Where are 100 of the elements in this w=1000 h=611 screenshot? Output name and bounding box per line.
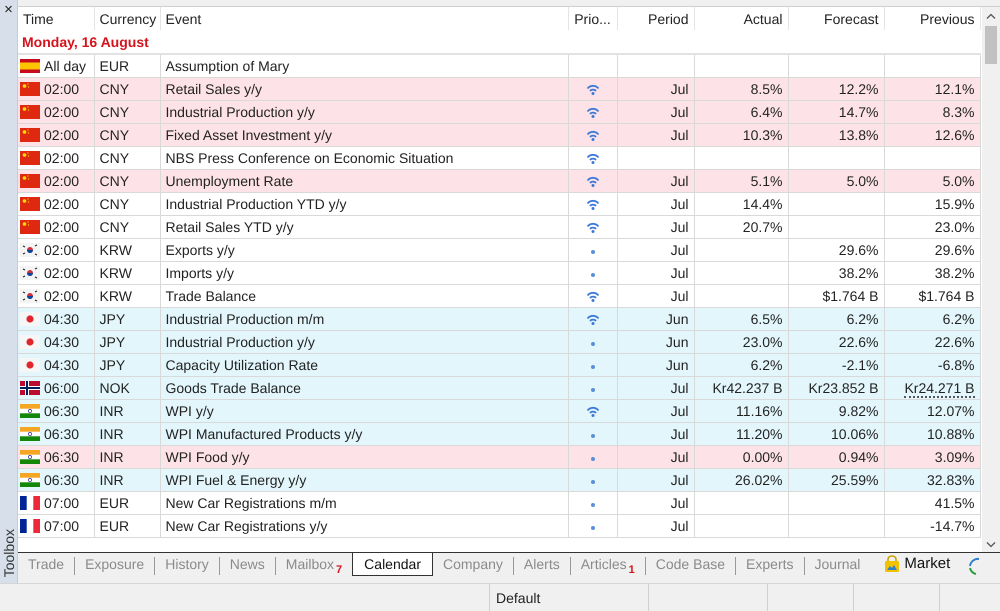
table-row[interactable]: 06:30 INR WPI Food y/y Jul 0.00% 0.94% 3.09% xyxy=(18,446,980,468)
table-cell: 9.82% xyxy=(838,403,878,419)
table-row[interactable]: 04:30 JPY Industrial Production y/y Jun 23.0% 22.6% 22.6% xyxy=(18,330,980,354)
table-cell: JPY xyxy=(100,311,126,327)
table-cell: 5.1% xyxy=(750,173,782,189)
time-text: 06:30 xyxy=(44,471,80,490)
table-cell: 5.0% xyxy=(942,173,974,189)
table-cell: 5.0% xyxy=(846,173,878,189)
table-cell: 20.7% xyxy=(742,219,782,235)
table-row[interactable]: 04:30 JPY Industrial Production m/m Jun 6.5% 6.2% 6.2% xyxy=(18,308,980,330)
table-cell: 15.9% xyxy=(934,196,974,212)
table-row[interactable]: All day EUR Assumption of Mary xyxy=(18,54,980,78)
table-cell: Fixed Asset Investment y/y xyxy=(166,127,332,143)
table-cell: Jun xyxy=(666,334,688,350)
table-cell: 3.09% xyxy=(934,449,974,465)
table-row[interactable]: 02:00 CNY Fixed Asset Investment y/y Jul 10.3% 13.8% 12.6% xyxy=(18,124,980,146)
table-cell: WPI Fuel & Energy y/y xyxy=(166,472,306,488)
time-text: 06:30 xyxy=(44,402,80,421)
time-text: 02:00 xyxy=(44,149,80,168)
time-text: 02:00 xyxy=(44,218,80,237)
table-cell: 29.6% xyxy=(934,242,974,258)
scrollbar[interactable] xyxy=(982,7,1000,552)
table-row[interactable]: 07:00 EUR New Car Registrations y/y Jul -14.7% xyxy=(18,514,980,538)
table-cell: Kr24.271 B xyxy=(904,380,974,398)
table-cell: 8.5% xyxy=(750,81,782,97)
table-cell: 12.6% xyxy=(934,127,974,143)
table-cell: Jul xyxy=(670,426,688,442)
table-cell: CNY xyxy=(100,81,130,97)
shopping-bag-icon xyxy=(884,555,900,572)
table-cell: 6.5% xyxy=(750,311,782,327)
table-row[interactable]: 02:00 KRW Exports y/y Jul 29.6% 29.6% xyxy=(18,238,980,262)
table-cell: 26.02% xyxy=(735,472,782,488)
column-header[interactable]: Previous xyxy=(884,7,980,30)
table-cell: 32.83% xyxy=(927,472,974,488)
scroll-down-icon[interactable] xyxy=(986,541,996,548)
time-text: 06:30 xyxy=(44,448,80,467)
table-cell: 23.0% xyxy=(934,219,974,235)
table-cell: 10.3% xyxy=(742,127,782,143)
table-cell: New Car Registrations y/y xyxy=(166,518,328,534)
table-cell: 14.7% xyxy=(838,104,878,120)
table-cell: Unemployment Rate xyxy=(166,173,294,189)
table-row[interactable]: 02:00 CNY Industrial Production y/y Jul 6.4% 14.7% 8.3% xyxy=(18,100,980,124)
table-row[interactable]: 04:30 JPY Capacity Utilization Rate Jun 6.2% -2.1% -6.8% xyxy=(18,354,980,376)
table-cell: Jul xyxy=(670,173,688,189)
table-cell: INR xyxy=(100,449,124,465)
time-text: 02:00 xyxy=(44,126,80,145)
table-row[interactable]: 06:30 INR WPI Manufactured Products y/y Jul 11.20% 10.06% 10.88% xyxy=(18,422,980,446)
column-header[interactable]: Event xyxy=(160,7,568,30)
table-row[interactable]: 06:00 NOK Goods Trade Balance Jul Kr42.237 B Kr23.852 B Kr24.271 B xyxy=(18,376,980,400)
tab[interactable]: Market xyxy=(870,553,960,578)
table-cell: Jul xyxy=(670,196,688,212)
table-row[interactable]: 02:00 CNY NBS Press Conference on Economic Situation xyxy=(18,146,980,170)
table-cell: KRW xyxy=(100,288,132,304)
table-row[interactable]: 02:00 KRW Trade Balance Jul $1.764 B $1.764 B xyxy=(18,284,980,308)
column-header[interactable]: Period xyxy=(617,7,694,30)
time-text: 04:30 xyxy=(44,333,80,352)
table-cell: -2.1% xyxy=(842,357,878,373)
table-row[interactable]: 02:00 KRW Imports y/y Jul 38.2% 38.2% xyxy=(18,262,980,284)
table-cell: 12.2% xyxy=(838,81,878,97)
time-text: 02:00 xyxy=(44,172,80,191)
count-label: 1 xyxy=(628,564,635,576)
table-cell: $1.764 B xyxy=(822,288,878,304)
table-cell: 11.16% xyxy=(736,403,782,419)
table-cell: INR xyxy=(100,403,124,419)
time-text: 04:30 xyxy=(44,310,80,329)
table-cell: 8.3% xyxy=(942,104,974,120)
column-header[interactable]: Prio... xyxy=(568,7,617,30)
table-row[interactable]: 07:00 EUR New Car Registrations m/m Jul 41.5% xyxy=(18,492,980,514)
table-row[interactable]: 06:30 INR WPI y/y Jul 11.16% 9.82% 12.07% xyxy=(18,400,980,422)
table-cell: EUR xyxy=(100,495,130,511)
table-cell: WPI y/y xyxy=(166,403,214,419)
table-cell: Jun xyxy=(666,357,688,373)
table-cell: 29.6% xyxy=(838,242,878,258)
table-row[interactable]: 02:00 CNY Retail Sales y/y Jul 8.5% 12.2% 12.1% xyxy=(18,78,980,100)
tab[interactable]: Calendar xyxy=(352,553,433,576)
table-cell: Jul xyxy=(670,219,688,235)
table-row[interactable]: 02:00 CNY Industrial Production YTD y/y Jul 14.4% 15.9% xyxy=(18,192,980,216)
table-cell: 25.59% xyxy=(831,472,878,488)
close-button[interactable]: × xyxy=(4,3,13,17)
table-row[interactable]: 06:30 INR WPI Fuel & Energy y/y Jul 26.02% 25.59% 32.83% xyxy=(18,468,980,492)
table-row[interactable]: 02:00 CNY Retail Sales YTD y/y Jul 20.7% 23.0% xyxy=(18,216,980,238)
table-cell: Jul xyxy=(670,403,688,419)
table-cell: JPY xyxy=(100,357,126,373)
column-header[interactable]: Forecast xyxy=(788,7,884,30)
time-text: 02:00 xyxy=(44,195,80,214)
table-cell: 0.94% xyxy=(838,449,878,465)
table-cell: INR xyxy=(100,426,124,442)
scroll-up-icon[interactable] xyxy=(986,13,996,20)
table-row[interactable]: 02:00 CNY Unemployment Rate Jul 5.1% 5.0% 5.0% xyxy=(18,170,980,192)
column-header[interactable]: Currency xyxy=(94,7,160,30)
table-cell: $1.764 B xyxy=(918,288,974,304)
table-cell: INR xyxy=(100,472,124,488)
toolbox-label: Toolbox xyxy=(0,528,16,577)
column-header[interactable]: Time xyxy=(18,7,94,30)
scrollbar-thumb[interactable] xyxy=(985,26,997,64)
table-cell: Retail Sales y/y xyxy=(166,81,262,97)
table-cell: Jul xyxy=(670,81,688,97)
column-header[interactable]: Actual xyxy=(694,7,788,30)
table-cell: 22.6% xyxy=(934,334,974,350)
time-text: 07:00 xyxy=(44,494,80,513)
